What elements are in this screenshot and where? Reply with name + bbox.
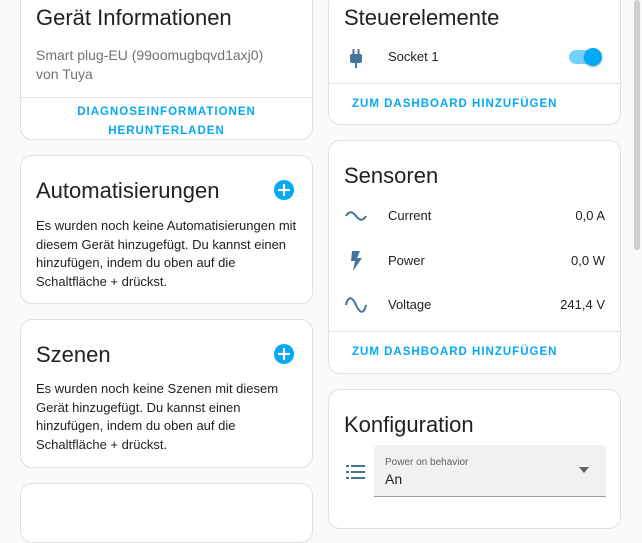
controls-title: Steuerelemente [344,5,500,30]
text-line: diesem Gerät hinzugefügt. Du kannst eine… [36,236,287,252]
download-line-1: DIAGNOSEINFORMATIONEN [77,106,256,118]
sensors-add-to-dashboard[interactable]: ZUM DASHBOARD HINZUFÜGEN [352,346,557,358]
flash-icon [351,251,362,271]
text-line: hinzufügen, indem du oben auf die [36,255,236,270]
automations-card: Automatisierungen Es wurden noch keine A… [20,155,313,304]
scenes-title: Szenen [36,342,111,367]
controls-card: Steuerelemente Socket 1 ZUM DASHBOARD HI… [328,0,621,125]
select-label: Power on behavior [385,457,469,468]
device-info-title: Gerät Informationen [36,5,232,30]
card-divider [329,331,620,332]
configuration-title: Konfiguration [344,412,474,437]
add-scene-button[interactable] [274,344,294,364]
scenes-card: Szenen Es wurden noch keine Szenen mit d… [20,319,313,468]
card-divider [329,83,620,84]
controls-add-to-dashboard[interactable]: ZUM DASHBOARD HINZUFÜGEN [352,98,557,110]
text-line: Es wurden noch keine Szenen mit diesem [36,381,279,396]
sensor-value-power: 0,0 W [571,253,605,268]
sensor-label-voltage: Voltage [388,297,432,312]
sensors-title: Sensoren [344,163,439,188]
sensors-card: Sensoren Current 0,0 A Power 0,0 W Volta… [328,140,621,374]
device-model: Smart plug-EU (99oomugbqvd1axj0) [36,47,264,63]
sensor-value-voltage: 241,4 V [560,297,605,312]
text-line: hinzufügen, indem du oben auf die [36,418,236,433]
sensor-value-current: 0,0 A [575,208,605,223]
dropdown-arrow-icon [579,467,589,473]
card-divider [21,97,312,98]
scenes-empty-text: Es wurden noch keine Szenen mit diesem G… [36,380,278,454]
plus-icon [277,347,291,361]
automations-empty-text: Es wurden noch keine Automatisierungen m… [36,217,296,291]
automations-title: Automatisierungen [36,178,220,203]
text-line: Schaltfläche + drückst. [36,436,168,452]
device-info-card: Gerät Informationen Smart plug-EU (99oom… [20,0,313,140]
download-line-2: HERUNTERLADEN [108,125,225,137]
sensor-label-power: Power [388,253,425,268]
text-line: Es wurden noch keine Automatisierungen m… [36,218,297,233]
page-scrollbar[interactable] [634,0,640,250]
configuration-card: Konfiguration Power on behavior An [328,389,621,529]
text-line: Gerät hinzugefügt. Du kannst einen [36,399,241,415]
toggle-knob [584,48,602,66]
device-manufacturer: von Tuya [36,66,93,82]
power-on-behavior-select[interactable]: Power on behavior An [374,445,606,497]
sine-wave-icon [345,297,367,313]
text-line: Schaltfläche + drückst. [36,273,168,289]
list-icon [346,465,365,479]
select-value: An [385,471,403,487]
download-diagnostics-button[interactable]: DIAGNOSEINFORMATIONEN HERUNTERLADEN [21,103,312,139]
plus-icon [277,183,291,197]
current-ac-icon [345,211,367,221]
socket-label: Socket 1 [388,49,439,64]
next-card-partial [20,483,313,543]
sensor-label-current: Current [388,208,432,223]
socket-toggle[interactable] [567,46,603,68]
power-socket-icon [350,49,362,68]
add-automation-button[interactable] [274,180,294,200]
